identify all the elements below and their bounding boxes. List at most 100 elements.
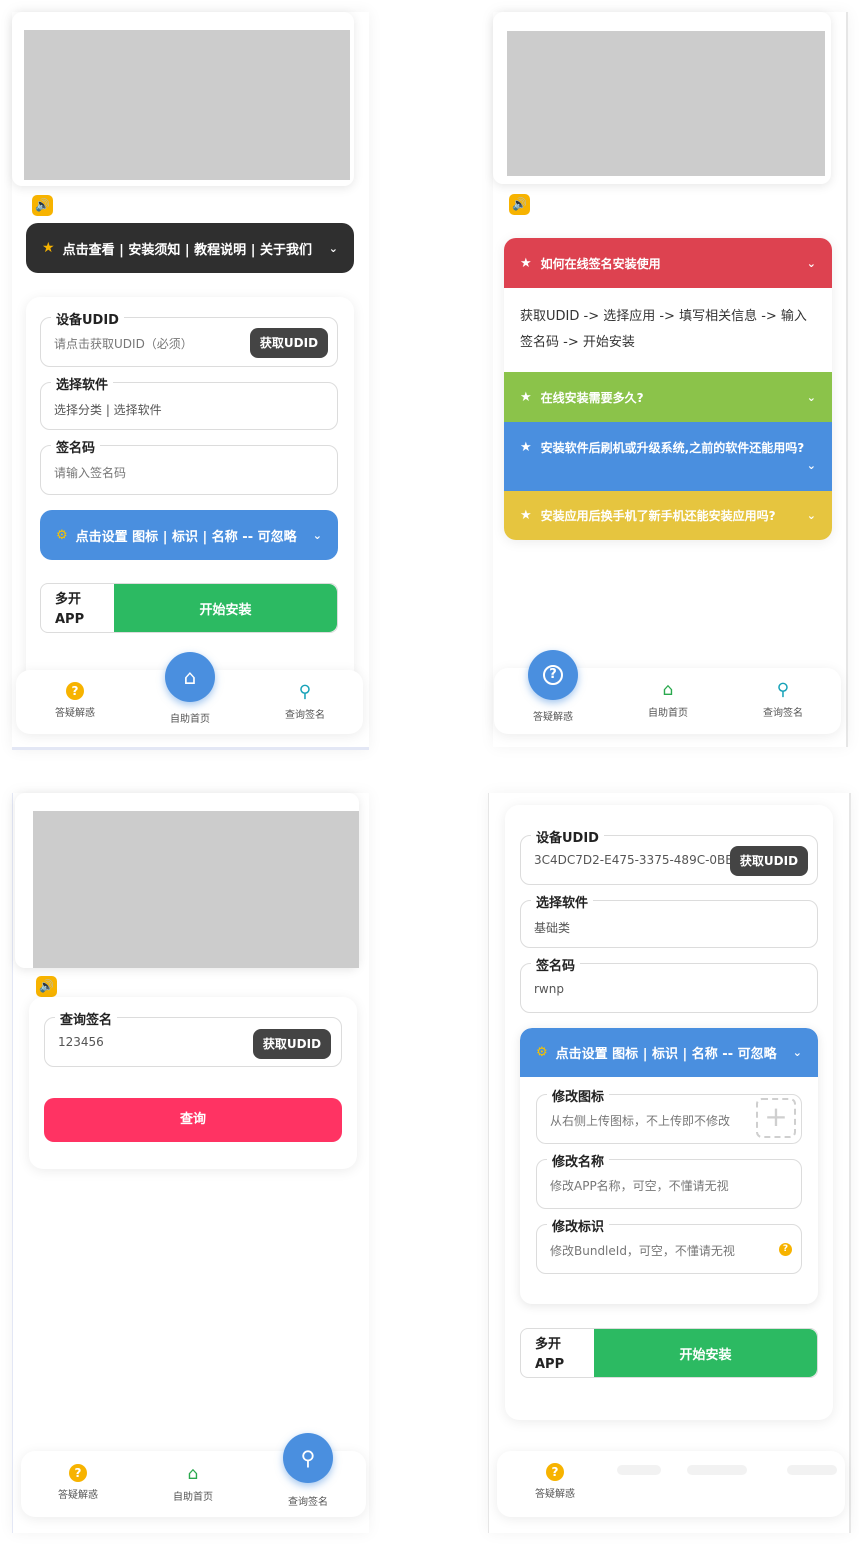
faq-question-4: 安装应用后换手机了新手机还能安装应用吗? — [540, 509, 776, 523]
faq-question-3: 安装软件后刷机或升级系统,之前的软件还能用吗? — [540, 441, 805, 455]
udid-input[interactable]: 请点击获取UDID（必须） — [54, 335, 193, 352]
question-icon[interactable]: ? — [779, 1243, 792, 1256]
settings-bar[interactable]: ⚙ 点击设置 图标 | 标识 | 名称 -- 可忽略 ⌄ — [40, 510, 338, 560]
modify-name-field[interactable]: 修改名称 修改APP名称，可空，不懂请无视 — [536, 1151, 802, 1209]
notice-bar[interactable]: ★ 点击查看 | 安装须知 | 教程说明 | 关于我们 ⌄ — [26, 223, 354, 273]
software-label: 选择软件 — [51, 374, 114, 393]
software-select[interactable]: 选择软件 基础类 — [520, 892, 818, 948]
sign-code-label: 签名码 — [531, 955, 581, 974]
faded-nav-item — [787, 1465, 837, 1475]
software-select[interactable]: 选择软件 选择分类 | 选择软件 — [40, 374, 338, 430]
software-label: 选择软件 — [531, 892, 594, 911]
modify-id-label: 修改标识 — [547, 1216, 610, 1235]
get-udid-button[interactable]: 获取UDID — [253, 1029, 331, 1059]
star-icon: ★ — [42, 240, 55, 256]
search-icon: ⚲ — [300, 1446, 316, 1470]
faq-item-4[interactable]: ★ 安装应用后换手机了新手机还能安装应用吗? ⌄ — [504, 491, 832, 540]
nav-help[interactable]: ? 答疑解惑 — [515, 1463, 595, 1500]
get-udid-button[interactable]: 获取UDID — [730, 846, 808, 876]
faq-answer-text: 获取UDID -> 选择应用 -> 填写相关信息 -> 输入签名码 -> 开始安… — [520, 309, 807, 350]
multi-open-text: 多开 — [535, 1337, 562, 1352]
multi-open-row: 多开 APP 开始安装 — [520, 1328, 818, 1378]
chevron-down-icon: ⌄ — [806, 390, 816, 404]
modify-name-input[interactable]: 修改APP名称，可空，不懂请无视 — [550, 1177, 729, 1194]
udid-field[interactable]: 设备UDID 3C4DC7D2-E475-3375-489C-0BB8 获取UD… — [520, 827, 818, 885]
chevron-down-icon: ⌄ — [792, 1046, 802, 1059]
search-icon: ⚲ — [776, 680, 790, 700]
screen-query-signature: 🔊 查询签名 123456 获取UDID 查询 ? 答疑解惑 ⌂ 自助首页 查询… — [12, 793, 369, 1533]
star-icon: ★ — [520, 508, 532, 523]
nav-search[interactable]: 查询签名 — [268, 1493, 348, 1508]
nav-home-label: 自助首页 — [648, 708, 688, 719]
question-icon: ? — [546, 1463, 564, 1481]
star-icon: ★ — [520, 440, 532, 455]
nav-home[interactable]: ⌂ 自助首页 — [628, 680, 708, 719]
software-select-value[interactable]: 基础类 — [534, 919, 570, 936]
chevron-down-icon: ⌄ — [806, 256, 816, 270]
faq-answer-1: 获取UDID -> 选择应用 -> 填写相关信息 -> 输入签名码 -> 开始安… — [504, 288, 832, 372]
nav-home[interactable]: ⌂ 自助首页 — [153, 1464, 233, 1503]
udid-input[interactable]: 3C4DC7D2-E475-3375-489C-0BB8 — [534, 853, 730, 867]
faded-nav-item — [617, 1465, 661, 1475]
faq-item-3[interactable]: ★ 安装软件后刷机或升级系统,之前的软件还能用吗? ⌄ — [504, 422, 832, 491]
upload-plus-icon[interactable]: + — [756, 1098, 796, 1138]
modify-id-input[interactable]: 修改BundleId，可空，不懂请无视 — [550, 1242, 735, 1259]
nav-help[interactable]: ? 答疑解惑 — [38, 1464, 118, 1501]
nav-search-label: 查询签名 — [763, 708, 803, 719]
chevron-down-icon: ⌄ — [312, 528, 322, 542]
sign-code-input[interactable]: 请输入签名码 — [54, 464, 126, 481]
start-install-button[interactable]: 开始安装 — [114, 584, 337, 632]
help-fab-button[interactable]: ? — [528, 650, 578, 700]
settings-bar[interactable]: ⚙ 点击设置 图标 | 标识 | 名称 -- 可忽略 ⌄ — [520, 1028, 818, 1077]
speaker-icon[interactable]: 🔊 — [36, 976, 57, 997]
banner-card — [15, 793, 359, 968]
question-icon: ? — [543, 665, 563, 685]
nav-help-label: 答疑解惑 — [533, 712, 573, 723]
software-select-value[interactable]: 选择分类 | 选择软件 — [54, 401, 162, 418]
nav-help-label: 答疑解惑 — [58, 1490, 98, 1501]
multi-open-text: 多开 — [55, 592, 82, 607]
home-fab-button[interactable]: ⌂ — [165, 652, 215, 702]
udid-field[interactable]: 设备UDID 请点击获取UDID（必须） 获取UDID — [40, 309, 338, 367]
query-button[interactable]: 查询 — [44, 1098, 342, 1142]
bottom-nav: ? 答疑解惑 — [497, 1451, 845, 1517]
query-input[interactable]: 123456 — [58, 1035, 104, 1049]
faq-item-1[interactable]: ★ 如何在线签名安装使用 ⌄ — [504, 238, 832, 288]
home-icon: ⌂ — [183, 665, 197, 689]
chevron-down-icon: ⌄ — [806, 509, 816, 522]
nav-search[interactable]: ⚲ 查询签名 — [743, 680, 823, 719]
sign-code-field[interactable]: 签名码 请输入签名码 — [40, 437, 338, 495]
speaker-icon[interactable]: 🔊 — [509, 194, 530, 215]
multi-open-label[interactable]: 多开 APP — [535, 1335, 564, 1375]
star-icon: ★ — [520, 389, 532, 405]
nav-search[interactable]: ⚲ 查询签名 — [265, 682, 345, 721]
multi-open-label[interactable]: 多开 APP — [55, 590, 84, 630]
multi-open-row: 多开 APP 开始安装 — [40, 583, 338, 633]
search-fab-button[interactable]: ⚲ — [283, 1433, 333, 1483]
nav-search-label: 查询签名 — [285, 710, 325, 721]
search-icon: ⚲ — [298, 682, 312, 702]
settings-bar-label: 点击设置 图标 | 标识 | 名称 -- 可忽略 — [75, 529, 297, 545]
banner-card — [493, 12, 831, 184]
modify-icon-label: 修改图标 — [547, 1086, 610, 1105]
nav-help[interactable]: ? 答疑解惑 — [35, 682, 115, 719]
faq-question-2: 在线安装需要多久? — [540, 390, 644, 405]
question-icon: ? — [66, 682, 84, 700]
sign-code-field[interactable]: 签名码 rwnp — [520, 955, 818, 1013]
nav-home[interactable]: 自助首页 — [150, 710, 230, 725]
faq-item-2[interactable]: ★ 在线安装需要多久? ⌄ — [504, 372, 832, 422]
start-install-button[interactable]: 开始安装 — [594, 1329, 817, 1377]
question-icon: ? — [69, 1464, 87, 1482]
query-field[interactable]: 查询签名 123456 获取UDID — [44, 1009, 342, 1067]
multi-open-app-text: APP — [55, 612, 85, 627]
nav-help[interactable]: 答疑解惑 — [513, 708, 593, 723]
modify-id-field[interactable]: 修改标识 修改BundleId，可空，不懂请无视 ? — [536, 1216, 802, 1274]
get-udid-button[interactable]: 获取UDID — [250, 328, 328, 358]
sign-code-input[interactable]: rwnp — [534, 982, 564, 996]
modify-icon-field[interactable]: 修改图标 从右侧上传图标，不上传即不修改 + — [536, 1086, 802, 1144]
settings-panel: ⚙ 点击设置 图标 | 标识 | 名称 -- 可忽略 ⌄ 修改图标 从右侧上传图… — [520, 1028, 818, 1304]
nav-help-label: 答疑解惑 — [55, 708, 95, 719]
speaker-icon[interactable]: 🔊 — [32, 195, 53, 216]
settings-bar-label: 点击设置 图标 | 标识 | 名称 -- 可忽略 — [555, 1047, 777, 1062]
screen-install-form: 🔊 ★ 点击查看 | 安装须知 | 教程说明 | 关于我们 ⌄ 设备UDID 请… — [12, 12, 369, 750]
